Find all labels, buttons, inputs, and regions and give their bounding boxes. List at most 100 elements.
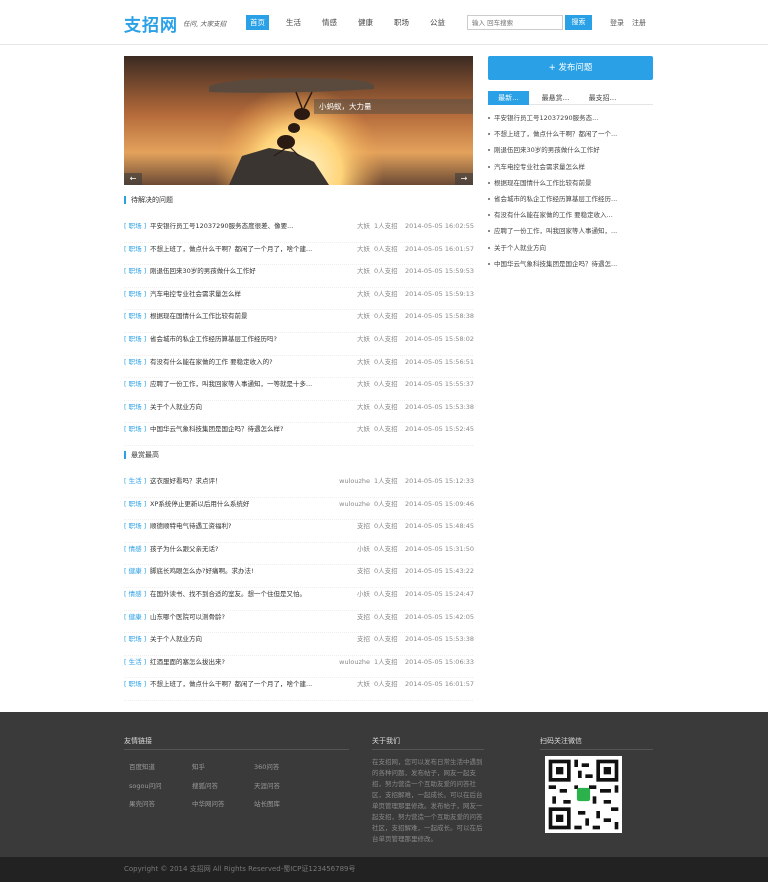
sidebar-question-item[interactable]: 省会城市的私企工作经历算基层工作经历... [488,193,653,209]
friend-link[interactable]: 搜狐问答 [192,780,218,790]
question-row[interactable]: [ 职场 ] 不想上班了，做点什么干啊？都闲了一个月了，啥个建... 大妖 0人支招 2… [124,678,475,701]
register-link[interactable]: 注册 [632,18,646,28]
question-time: 2014-05-05 16:01:57 [405,244,475,253]
friend-link[interactable]: sogou问问 [129,780,162,790]
category-tag[interactable]: [ 职场 ] [124,401,146,413]
category-tag[interactable]: [ 职场 ] [124,678,146,690]
category-tag[interactable]: [ 生活 ] [124,656,146,668]
sidebar-question-item[interactable]: 关于个人就业方向 [488,242,653,258]
question-author: 支招 [357,612,370,621]
answer-count: 0人支招 [374,680,398,689]
question-row[interactable]: [ 职场 ] 关于个人就业方向 大妖 0人支招 2014-05-05 15:53:38 [124,401,475,424]
question-row[interactable]: [ 职场 ] 不想上班了，做点什么干啊？都闲了一个月了，啥个建... 大妖 0人支招 2… [124,243,475,266]
category-tag[interactable]: [ 职场 ] [124,356,146,368]
question-row[interactable]: [ 职场 ] 汽车电控专业社会需求量怎么样 大妖 0人支招 2014-05-05 15:… [124,288,474,311]
question-row[interactable]: [ 职场 ] 中国华云气象科技集团是国企吗？待遇怎么样? 大妖 0人支招 2014-05… [124,423,474,446]
answer-count: 0人支招 [374,335,398,343]
question-time: 2014-05-05 15:12:33 [405,477,475,485]
publish-question-button[interactable]: + 发布问题 [488,56,653,80]
tab-latest[interactable]: 最新... [488,91,529,105]
question-row[interactable]: [ 生活 ] 红酒里面的塞怎么拔出来? wulouzhe 1人支招 2014-05-05… [124,656,474,679]
category-tag[interactable]: [ 情感 ] [124,588,146,600]
category-tag[interactable]: [ 职场 ] [124,423,146,435]
sidebar-question-item[interactable]: 刚退伍回来30岁的男孩做什么工作好 [488,144,653,160]
question-row[interactable]: [ 生活 ] 这衣服好看吗？求点评！ wulouzhe 1人支招 2014-05-05 … [124,475,475,498]
category-tag[interactable]: [ 职场 ] [124,520,146,532]
tab-top-reward[interactable]: 最悬赏... [535,91,576,105]
sidebar-question-item[interactable]: 应聘了一份工作，叫我回家等人事通知，... [488,225,653,241]
question-time: 2014-05-05 15:09:46 [405,499,475,508]
question-row[interactable]: [ 职场 ] 关于个人就业方向 支招 0人支招 2014-05-05 15:53:38 [124,633,474,656]
sidebar-question-item[interactable]: 平安银行员工号12037290服务态... [488,112,653,128]
question-row[interactable]: [ 情感 ] 在国外读书、找不到合适的室友。想一个住但是又怕。 小妖 0人支招 2014… [124,588,474,611]
sidebar-question-item[interactable]: 中国华云气象科技集团是国企吗？待遇怎... [488,258,653,274]
site-logo[interactable]: 支招网 [124,11,178,36]
friend-link[interactable]: 果壳问答 [129,798,155,808]
friend-link[interactable]: 360问答 [254,761,279,771]
question-time: 2014-05-05 15:58:38 [405,312,475,321]
answer-count: 0人支招 [374,567,398,576]
banner-prev-arrow-icon[interactable]: ← [124,173,142,185]
question-row[interactable]: [ 职场 ] XP系统停止更新以后用什么系统好 wulouzhe 0人支招 2014-0… [124,498,475,521]
login-link[interactable]: 登录 [610,18,624,28]
tab-most-answered[interactable]: 最支招... [582,91,623,105]
category-tag[interactable]: [ 健康 ] [124,565,146,577]
question-row[interactable]: [ 职场 ] 根据现在国情什么工作比较有前景 大妖 0人支招 2014-05-05 15… [124,310,475,333]
banner-slider[interactable]: 小蚂蚁，大力量 ← → [124,56,473,185]
sidebar-question-item[interactable]: 根据现在国情什么工作比较有前景 [488,177,653,193]
nav-item-health[interactable]: 健康 [354,15,377,30]
category-tag[interactable]: [ 生活 ] [124,475,146,487]
answer-count: 0人支招 [374,612,398,621]
friend-link[interactable]: 知乎 [192,761,205,771]
category-tag[interactable]: [ 职场 ] [124,498,146,510]
search-box [467,15,563,30]
search-button[interactable]: 搜索 [565,15,592,30]
friend-link[interactable]: 中华网问答 [192,798,225,808]
search-input[interactable] [468,16,562,29]
question-row[interactable]: [ 职场 ] 顺德顺特电气待遇工资福利? 支招 0人支招 2014-05-05 15:4… [124,520,474,543]
question-row[interactable]: [ 职场 ] 刚退伍回来30岁的男孩做什么工作好 大妖 0人支招 2014-05-05 … [124,265,474,288]
category-tag[interactable]: [ 职场 ] [124,220,146,232]
friend-links-title: 友情链接 [124,737,152,745]
nav-item-workplace[interactable]: 职场 [390,15,413,30]
friend-link[interactable]: 百度知道 [129,761,155,771]
category-tag[interactable]: [ 职场 ] [124,378,146,390]
category-tag[interactable]: [ 职场 ] [124,310,146,322]
sidebar-question-item[interactable]: 不想上班了，做点什么干啊？都闲了一个... [488,128,653,144]
question-time: 2014-05-05 15:53:38 [405,402,475,411]
footer-bottom-bar: Copyright © 2014 支招网 All Rights Reserved… [0,857,768,882]
category-tag[interactable]: [ 情感 ] [124,543,146,555]
answer-count: 0人支招 [374,425,398,434]
question-row[interactable]: [ 情感 ] 孩子为什么跟父亲无话? 小妖 0人支招 2014-05-05 15:31:… [124,543,474,566]
category-tag[interactable]: [ 健康 ] [124,611,146,623]
question-row[interactable]: [ 职场 ] 有没有什么能在家做的工作 要稳定收入的? 大妖 0人支招 2014-05-… [124,356,474,379]
banner-next-arrow-icon[interactable]: → [455,173,473,185]
banner-image [124,56,473,185]
nav-item-life[interactable]: 生活 [282,15,305,30]
category-tag[interactable]: [ 职场 ] [124,243,146,255]
question-row[interactable]: [ 职场 ] 省会城市的私企工作经历算基层工作经历吗? 大妖 0人支招 2014-05-… [124,333,474,356]
question-row[interactable]: [ 健康 ] 脚底长鸡眼怎么办?好痛啊。求办法! 支招 0人支招 2014-05-05 … [124,565,474,588]
question-author: wulouzhe [339,499,370,508]
question-time: 2014-05-05 15:42:05 [405,612,475,621]
category-tag[interactable]: [ 职场 ] [124,265,146,277]
sidebar-question-item[interactable]: 有没有什么能在家做的工作 要稳定收入... [488,209,653,225]
nav-item-home[interactable]: 首页 [246,15,269,30]
question-row[interactable]: [ 健康 ] 山东哪个医院可以测骨龄? 支招 0人支招 2014-05-05 15:42… [124,611,475,634]
question-time: 2014-05-05 16:02:55 [405,222,475,230]
sidebar-question-item[interactable]: 汽车电控专业社会需求量怎么样 [488,161,653,177]
nav-item-emotion[interactable]: 情感 [318,15,341,30]
site-slogan: 任问, 大家支招 [183,20,227,28]
question-row[interactable]: [ 职场 ] 应聘了一份工作，叫我回家等人事通知，一等就是十多... 大妖 0人支招 2… [124,378,474,401]
answer-count: 0人支招 [374,590,398,598]
question-row[interactable]: [ 职场 ] 平安银行员工号12037290服务态度很差、像要... 大妖 1人支招 2… [124,220,475,243]
friend-link[interactable]: 站长图库 [254,798,280,808]
category-tag[interactable]: [ 职场 ] [124,333,146,345]
category-tag[interactable]: [ 职场 ] [124,633,146,645]
nav-item-charity[interactable]: 公益 [426,15,449,30]
question-author: wulouzhe [339,477,370,485]
question-time: 2014-05-05 16:01:57 [405,680,475,689]
friend-link[interactable]: 天涯问答 [254,780,280,790]
category-tag[interactable]: [ 职场 ] [124,288,146,300]
question-author: 小妖 [357,544,370,553]
